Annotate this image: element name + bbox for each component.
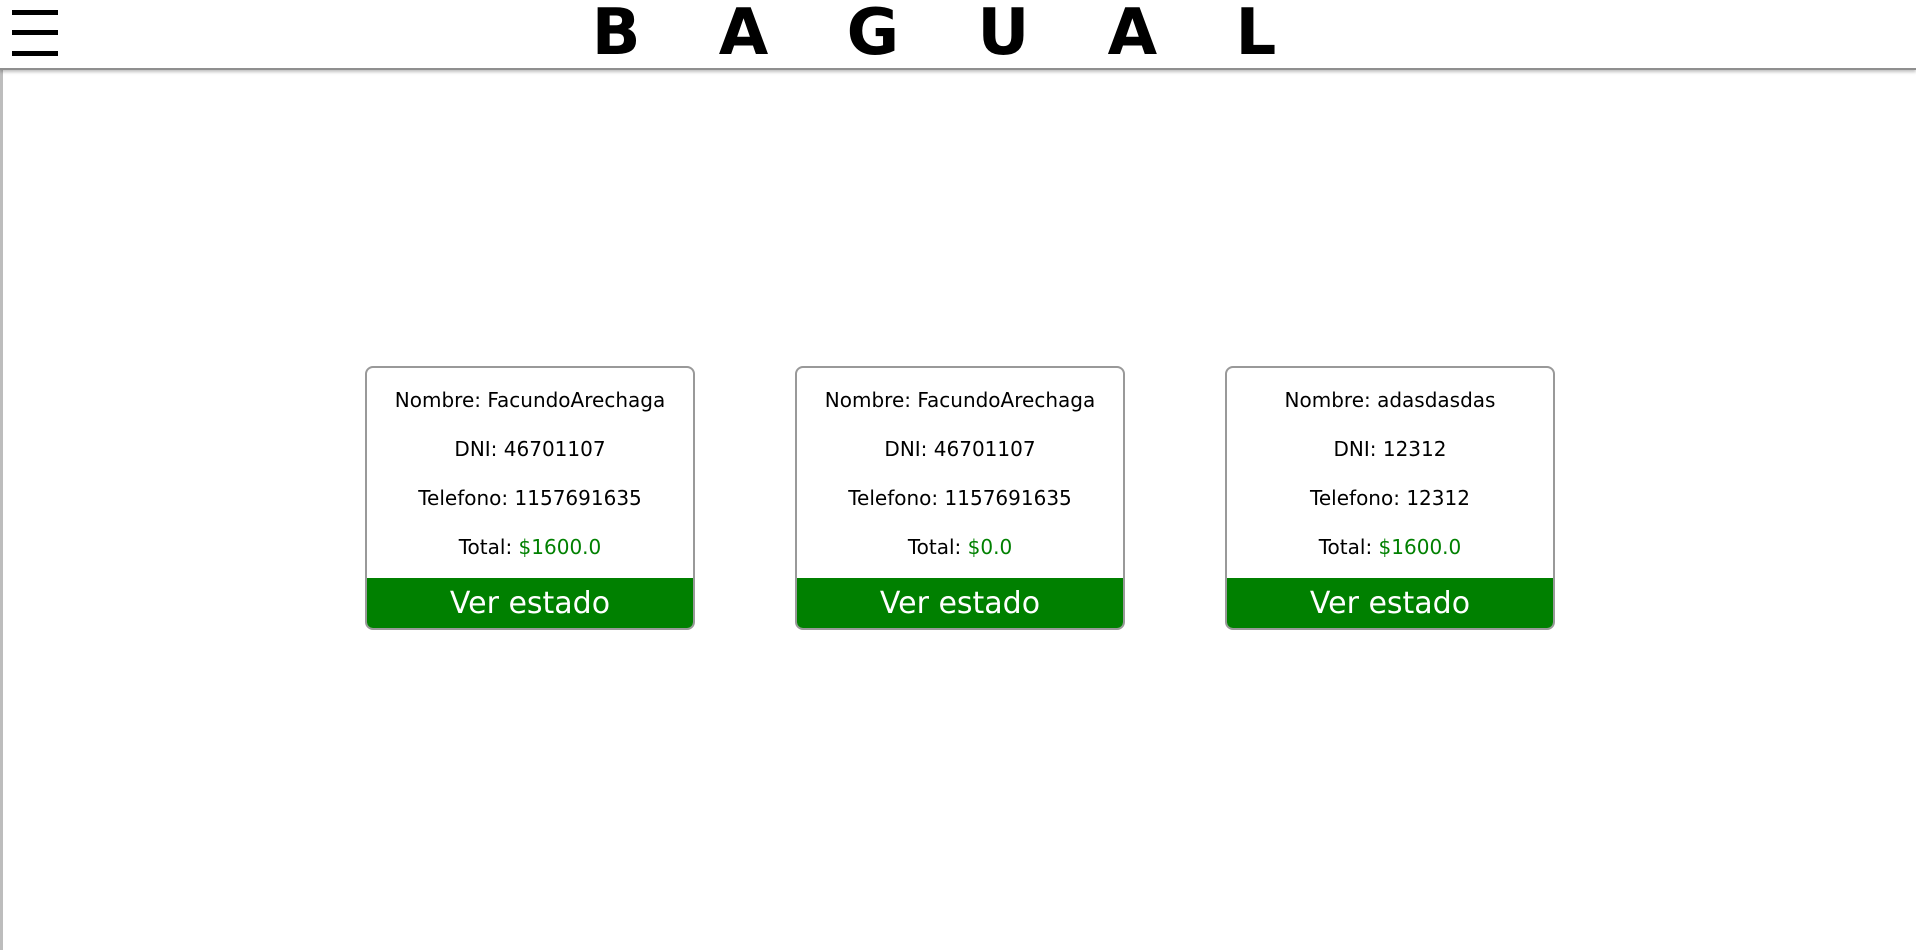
brand-logo-text: B A G U A L (591, 0, 1305, 70)
total-label: Total: (1318, 535, 1373, 559)
name-value: FacundoArechaga (917, 388, 1096, 412)
total-label: Total: (458, 535, 513, 559)
name-value: adasdasdas (1377, 388, 1496, 412)
dni-value: 46701107 (933, 437, 1036, 461)
client-dni-line: DNI: 46701107 (797, 437, 1123, 461)
dni-value: 12312 (1382, 437, 1447, 461)
client-name-line: Nombre: adasdasdas (1227, 388, 1553, 412)
client-info: Nombre: FacundoArechaga DNI: 46701107 Te… (797, 368, 1123, 580)
client-phone-line: Telefono: 1157691635 (367, 486, 693, 510)
left-edge-divider (0, 70, 3, 950)
client-info: Nombre: FacundoArechaga DNI: 46701107 Te… (367, 368, 693, 580)
phone-value: 12312 (1406, 486, 1470, 510)
client-name-line: Nombre: FacundoArechaga (367, 388, 693, 412)
phone-label: Telefono: (418, 486, 509, 510)
ver-estado-button[interactable]: Ver estado (1227, 578, 1553, 628)
name-label: Nombre: (824, 388, 911, 412)
client-phone-line: Telefono: 12312 (1227, 486, 1553, 510)
name-value: FacundoArechaga (487, 388, 666, 412)
dni-value: 46701107 (503, 437, 606, 461)
client-total-line: Total: $1600.0 (367, 535, 693, 559)
total-value: $0.0 (967, 535, 1013, 559)
client-total-line: Total: $0.0 (797, 535, 1123, 559)
client-info: Nombre: adasdasdas DNI: 12312 Telefono: … (1227, 368, 1553, 580)
ver-estado-button[interactable]: Ver estado (797, 578, 1123, 628)
client-card: Nombre: FacundoArechaga DNI: 46701107 Te… (795, 366, 1125, 630)
dni-label: DNI: (884, 437, 928, 461)
client-dni-line: DNI: 12312 (1227, 437, 1553, 461)
total-value: $1600.0 (518, 535, 602, 559)
client-total-line: Total: $1600.0 (1227, 535, 1553, 559)
phone-label: Telefono: (848, 486, 939, 510)
dni-label: DNI: (1333, 437, 1377, 461)
name-label: Nombre: (394, 388, 481, 412)
client-cards-container: Nombre: FacundoArechaga DNI: 46701107 Te… (365, 366, 1555, 630)
client-card: Nombre: FacundoArechaga DNI: 46701107 Te… (365, 366, 695, 630)
client-name-line: Nombre: FacundoArechaga (797, 388, 1123, 412)
client-phone-line: Telefono: 1157691635 (797, 486, 1123, 510)
phone-value: 1157691635 (944, 486, 1072, 510)
total-label: Total: (907, 535, 962, 559)
ver-estado-button[interactable]: Ver estado (367, 578, 693, 628)
name-label: Nombre: (1284, 388, 1371, 412)
top-header: B A G U A L (0, 0, 1916, 70)
total-value: $1600.0 (1378, 535, 1462, 559)
phone-value: 1157691635 (514, 486, 642, 510)
dni-label: DNI: (454, 437, 498, 461)
phone-label: Telefono: (1310, 486, 1400, 510)
client-dni-line: DNI: 46701107 (367, 437, 693, 461)
client-card: Nombre: adasdasdas DNI: 12312 Telefono: … (1225, 366, 1555, 630)
